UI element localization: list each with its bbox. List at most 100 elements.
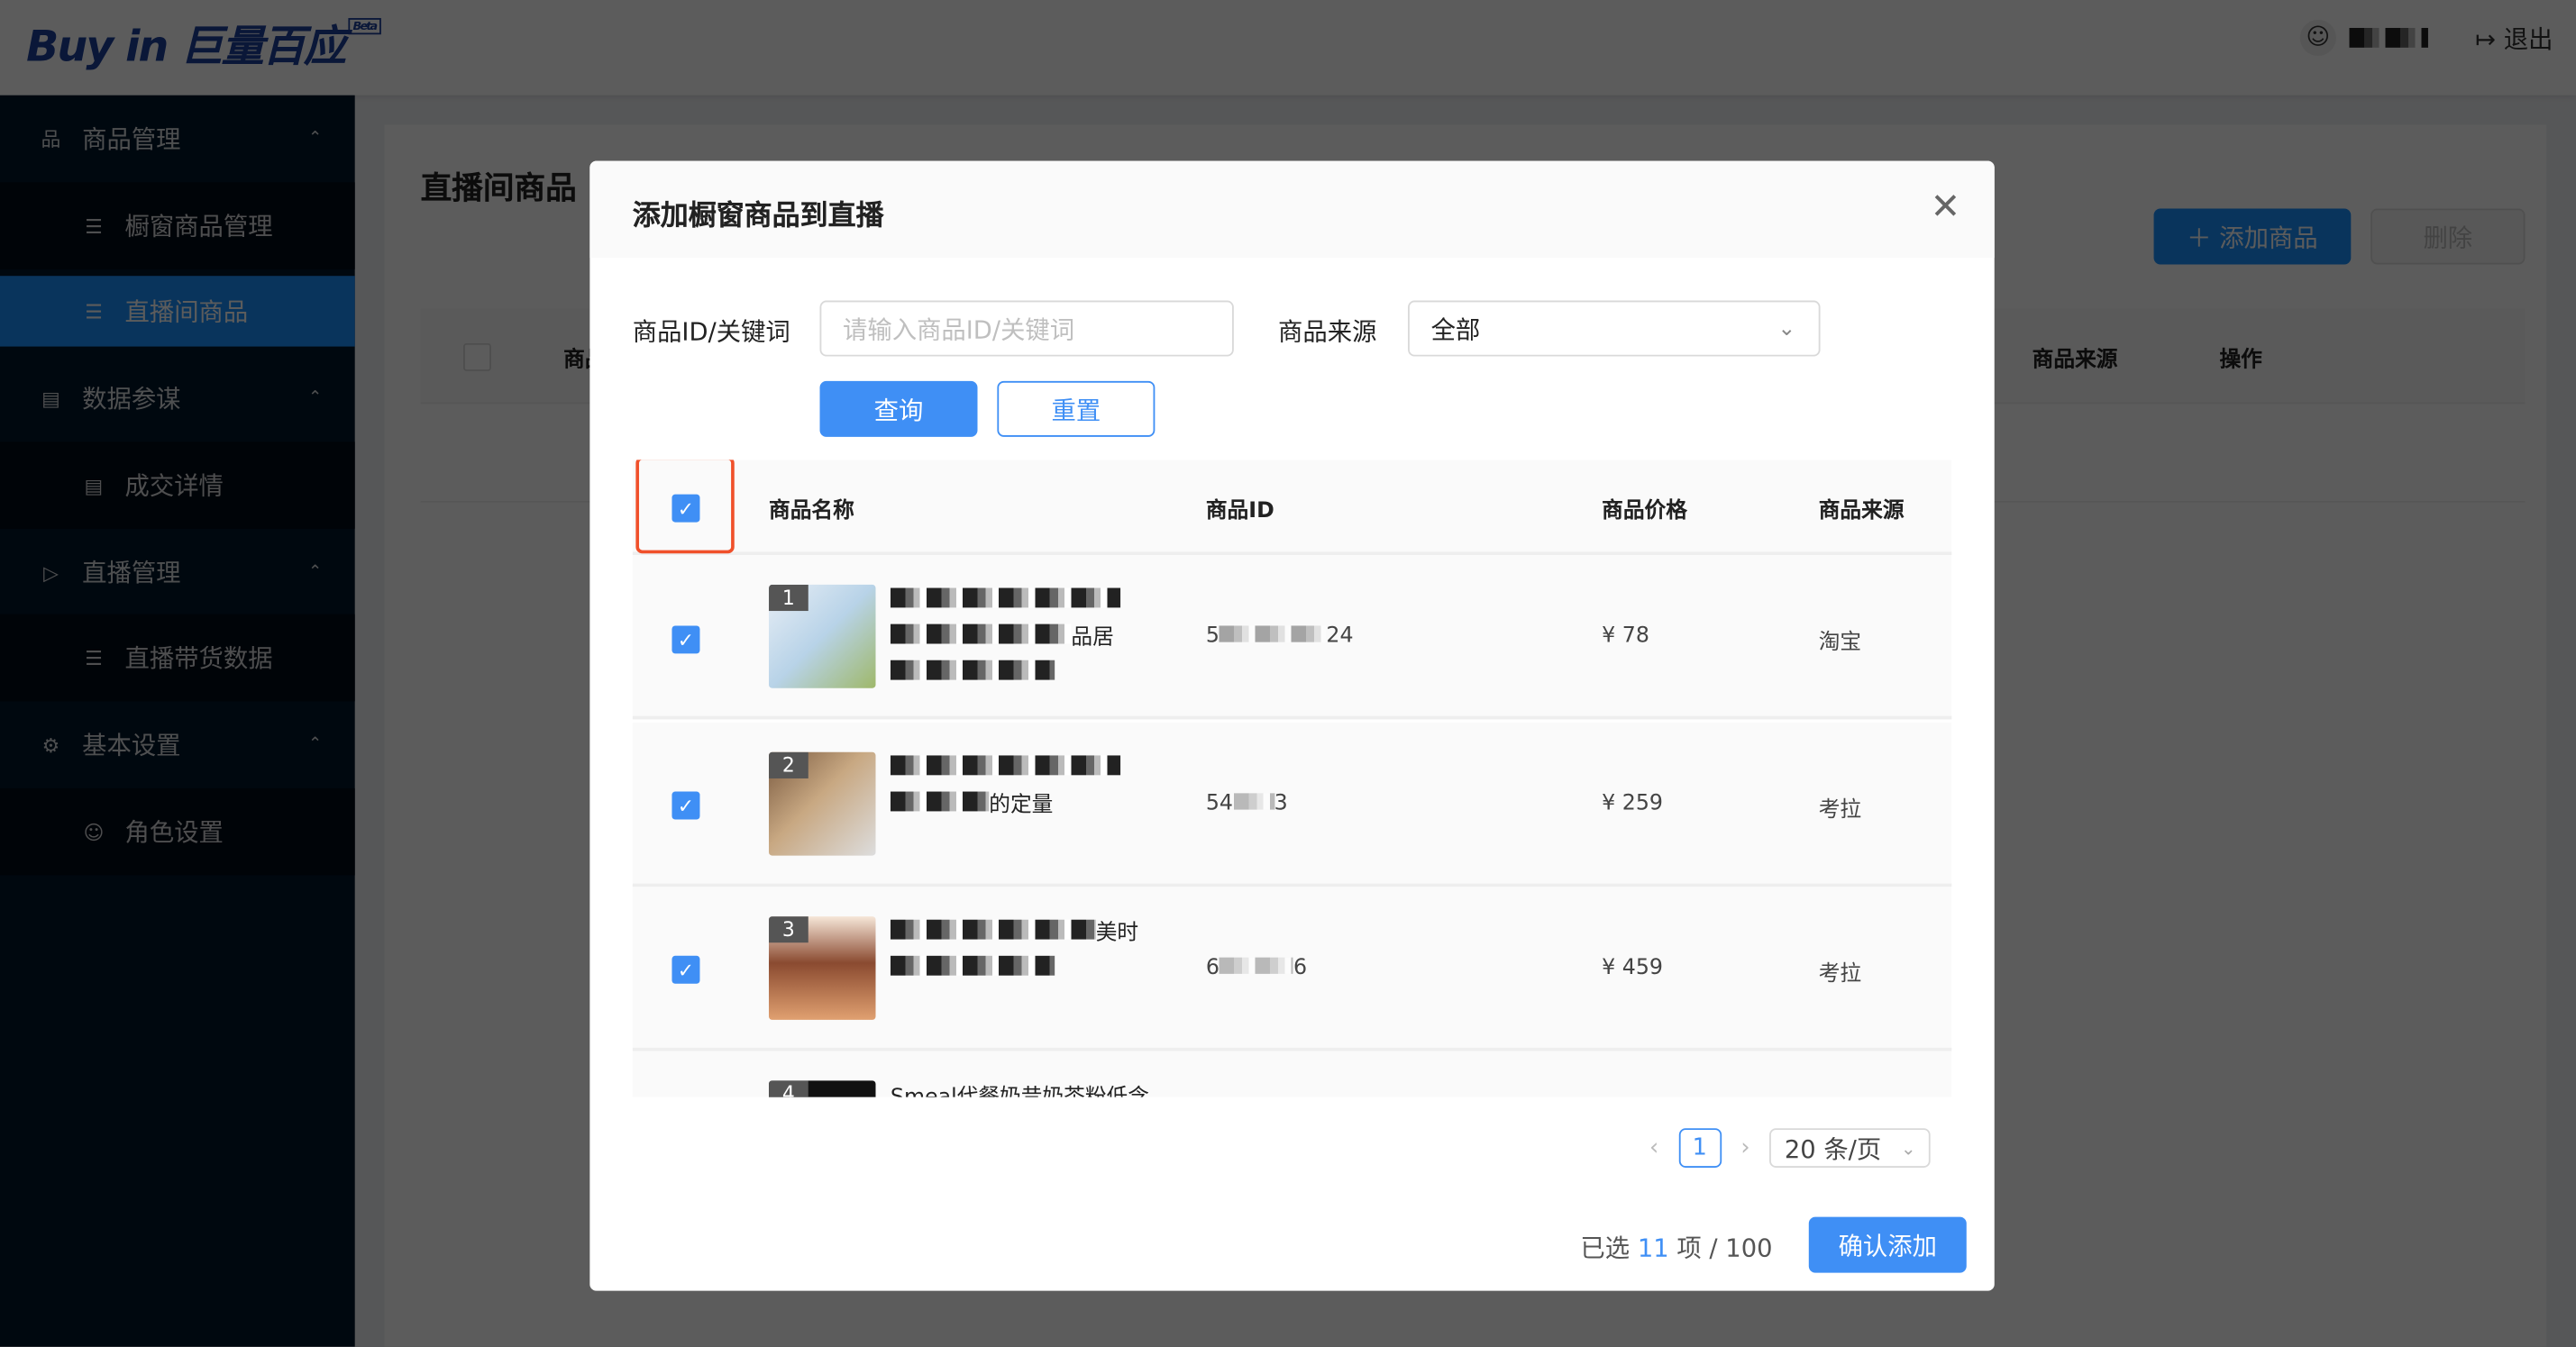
sidebar-item-deal-details[interactable]: ▤ 成交详情 xyxy=(0,441,355,529)
keyword-input[interactable]: 请输入商品ID/关键词 xyxy=(819,300,1234,357)
user-avatar-icon: ☺ xyxy=(2299,19,2336,56)
row-checkbox[interactable]: ✓ xyxy=(671,955,700,984)
sidebar-item-live-sales-data[interactable]: ☰ 直播带货数据 xyxy=(0,614,355,702)
sidebar-item-role-settings[interactable]: ☺ 角色设置 xyxy=(0,787,355,876)
menu-label: 直播间商品 xyxy=(124,296,249,327)
menu-label: 直播管理 xyxy=(82,558,181,588)
row-index: 1 xyxy=(769,584,808,612)
document-icon: ▤ xyxy=(84,473,104,497)
page-1-button[interactable]: 1 xyxy=(1678,1128,1722,1168)
column-header-source: 商品来源 xyxy=(1818,499,1905,524)
chevron-left-icon[interactable]: ‹ xyxy=(1649,1134,1658,1160)
menu-label: 橱窗商品管理 xyxy=(124,212,273,241)
select-all-checkbox[interactable] xyxy=(463,342,491,371)
row-index: 3 xyxy=(769,916,808,943)
column-header-action: 操作 xyxy=(2219,348,2262,373)
delete-button[interactable]: 删除 xyxy=(2370,208,2526,265)
menu-label: 商品管理 xyxy=(82,124,181,155)
add-product-button[interactable]: ＋ 添加商品 xyxy=(2153,208,2352,265)
sidebar-item-live-management[interactable]: ▷ 直播管理 ⌃ xyxy=(0,529,355,616)
logout-button[interactable]: ↦ 退出 xyxy=(2475,22,2553,56)
add-product-modal: 添加橱窗商品到直播 ✕ 商品ID/关键词 请输入商品ID/关键词 商品来源 全部… xyxy=(589,160,1995,1291)
column-header-id: 商品ID xyxy=(1205,499,1274,524)
user-icon: ☺ xyxy=(83,820,105,843)
source-select[interactable]: 全部 ⌄ xyxy=(1408,300,1821,357)
product-icon: 品 xyxy=(41,128,61,151)
menu-label: 直播带货数据 xyxy=(124,643,273,674)
username-redacted xyxy=(2349,27,2428,48)
logo[interactable]: Buy in 巨量百应 Beta xyxy=(26,14,381,74)
chevron-down-icon: ⌄ xyxy=(1777,315,1796,341)
modal-title: 添加橱窗商品到直播 xyxy=(632,200,884,233)
page-size-select[interactable]: 20 条/页 ⌄ xyxy=(1769,1128,1932,1168)
product-name: 品居 xyxy=(890,585,1170,693)
sidebar-item-live-products[interactable]: ☰ 直播间商品 xyxy=(0,276,355,347)
select-all-checkbox[interactable]: ✓ xyxy=(671,494,700,523)
beta-badge: Beta xyxy=(348,18,381,35)
sidebar-item-basic-settings[interactable]: ⚙ 基本设置 ⌃ xyxy=(0,701,355,788)
menu-label: 成交详情 xyxy=(124,471,224,501)
pagination: ‹ 1 › 20 条/页 ⌄ xyxy=(1649,1128,1932,1168)
menu-label: 数据参谋 xyxy=(82,384,181,414)
query-button[interactable]: 查询 xyxy=(819,380,978,437)
chevron-right-icon[interactable]: › xyxy=(1740,1134,1749,1160)
table-row[interactable]: ✓ 2 的定量 54 3 ¥ 259 考拉 xyxy=(632,722,1952,887)
bar-chart-icon: ▤ xyxy=(41,387,60,410)
row-checkbox[interactable]: ✓ xyxy=(671,625,700,654)
user-info[interactable]: ☺ xyxy=(2299,19,2428,56)
product-id: 54 3 xyxy=(1205,791,1288,816)
chevron-up-icon: ⌃ xyxy=(307,388,323,408)
chevron-up-icon: ⌃ xyxy=(307,563,323,582)
row-checkbox[interactable]: ✓ xyxy=(671,791,700,820)
product-name: 的定量 xyxy=(890,752,1170,824)
source-value: 全部 xyxy=(1430,314,1481,344)
source-label: 商品来源 xyxy=(1278,316,1377,347)
product-price: ¥ 78 xyxy=(1602,623,1649,649)
product-source: 考拉 xyxy=(1818,962,1862,987)
sidebar-item-product-management[interactable]: 品商品管理 ⌃ xyxy=(0,96,355,183)
plus-icon: ＋ xyxy=(2187,222,2220,252)
gear-icon: ⚙ xyxy=(41,733,60,757)
row-index: 4 xyxy=(769,1080,808,1097)
column-header-name: 商品名称 xyxy=(769,499,854,524)
close-icon[interactable]: ✕ xyxy=(1931,187,1961,229)
sidebar-item-data-advisor[interactable]: ▤ 数据参谋 ⌃ xyxy=(0,355,355,442)
sidebar-item-showcase-products[interactable]: ☰ 橱窗商品管理 xyxy=(0,182,355,269)
chevron-up-icon: ⌃ xyxy=(307,129,323,149)
product-thumbnail: 3 xyxy=(769,916,876,1020)
page-size-value: 20 条/页 xyxy=(1784,1133,1882,1164)
product-id: 5 24 xyxy=(1205,623,1354,649)
product-name: Smeal代餐奶昔奶茶粉低含 xyxy=(891,1080,1170,1097)
modal-header: 添加橱窗商品到直播 ✕ xyxy=(589,160,1995,259)
list-icon: ☰ xyxy=(85,299,103,323)
chevron-down-icon: ⌄ xyxy=(1900,1137,1916,1159)
selected-count: 已选 11 项 / 100 xyxy=(1580,1233,1773,1263)
product-thumbnail: 1 xyxy=(769,584,876,688)
product-name: 美时 xyxy=(890,916,1170,988)
menu-label: 基本设置 xyxy=(82,731,181,760)
table-row[interactable]: ✓ 3 美时 66 ¥ 459 考拉 xyxy=(632,887,1952,1051)
sidebar: 品商品管理 ⌃ ☰ 橱窗商品管理 ☰ 直播间商品 ▤ 数据参谋 ⌃ ▤ 成交详情 ▷ 直播管理… xyxy=(0,95,355,1347)
menu-label: 角色设置 xyxy=(124,817,224,848)
product-price: ¥ 259 xyxy=(1602,791,1663,816)
keyword-label: 商品ID/关键词 xyxy=(632,316,790,347)
product-thumbnail: 2 xyxy=(769,751,876,856)
reset-button[interactable]: 重置 xyxy=(997,380,1156,437)
top-header: Buy in 巨量百应 Beta ☺ ↦ 退出 xyxy=(0,0,2576,96)
button-label: 添加商品 xyxy=(2219,222,2318,252)
table-row[interactable]: ✓ 1 品居 5 24 ¥ 78 淘宝 xyxy=(632,555,1952,720)
keyword-placeholder: 请输入商品ID/关键词 xyxy=(843,314,1075,344)
product-id: 66 xyxy=(1205,955,1308,981)
table-row[interactable]: 4 Smeal代餐奶昔奶茶粉低含 xyxy=(632,1051,1952,1097)
list-icon: ☰ xyxy=(85,214,103,238)
logout-label: 退出 xyxy=(2503,24,2553,55)
column-header-source: 商品来源 xyxy=(2032,348,2118,373)
row-index: 2 xyxy=(769,751,808,778)
product-table: ✓ 商品名称 商品ID 商品价格 商品来源 ✓ 1 品居 5 24 ¥ 78 淘宝… xyxy=(632,460,1952,1097)
confirm-add-button[interactable]: 确认添加 xyxy=(1808,1216,1967,1273)
product-source: 淘宝 xyxy=(1818,630,1862,656)
logout-icon: ↦ xyxy=(2475,24,2504,55)
list-icon: ☰ xyxy=(85,646,103,669)
video-icon: ▷ xyxy=(43,560,59,584)
page-title: 直播间商品 xyxy=(420,170,577,207)
